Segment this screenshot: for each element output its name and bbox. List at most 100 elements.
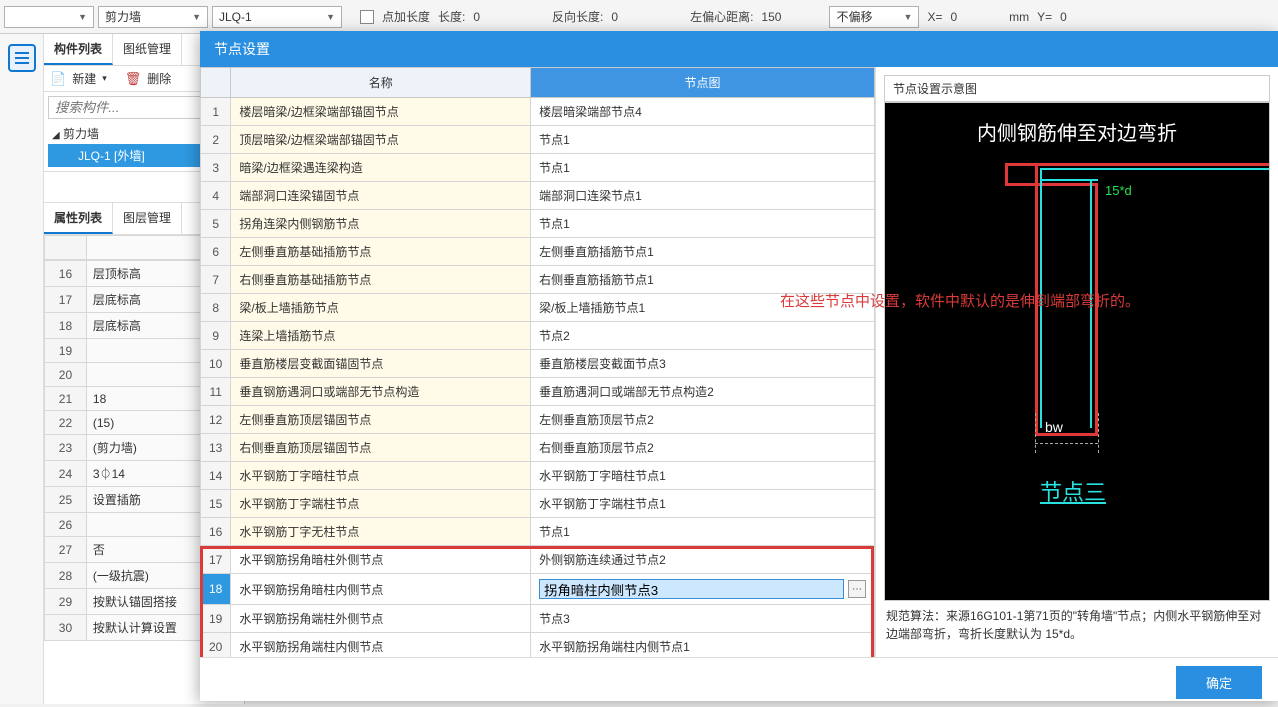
node-name-cell[interactable]: 左侧垂直筋基础插筋节点: [231, 238, 531, 266]
grid-row-num: 16: [201, 518, 231, 546]
node-value-cell[interactable]: 节点3: [531, 605, 875, 633]
lengthen-checkbox[interactable]: [360, 10, 374, 24]
grid-row-num: 15: [201, 490, 231, 518]
prop-row-num: 18: [45, 313, 87, 339]
node-name-cell[interactable]: 端部洞口连梁锚固节点: [231, 182, 531, 210]
diagram-caption: 规范算法：来源16G101-1第71页的"转角墙"节点；内侧水平钢筋伸至对边端部…: [884, 601, 1270, 649]
prop-row-num: 26: [45, 513, 87, 537]
ok-button[interactable]: 确定: [1176, 666, 1262, 699]
grid-row-num: 3: [201, 154, 231, 182]
node-grid[interactable]: 名称 节点图 1楼层暗梁/边框梁端部锚固节点楼层暗梁端部节点42顶层暗梁/边框梁…: [200, 67, 875, 657]
node-value-cell[interactable]: 右侧垂直筋顶层节点2: [531, 434, 875, 462]
node-name-cell[interactable]: 左侧垂直筋顶层锚固节点: [231, 406, 531, 434]
node-value-cell[interactable]: 左侧垂直筋顶层节点2: [531, 406, 875, 434]
y-value: 0: [1060, 10, 1067, 24]
grid-row-num: 9: [201, 322, 231, 350]
tab-drawings[interactable]: 图纸管理: [113, 34, 182, 65]
node-value-cell[interactable]: 节点2: [531, 322, 875, 350]
delete-button[interactable]: 删除: [147, 70, 171, 87]
chevron-down-icon: ▼: [904, 12, 913, 22]
node-value-cell[interactable]: 楼层暗梁端部节点4: [531, 98, 875, 126]
chevron-down-icon[interactable]: ▾: [102, 73, 107, 84]
grid-row-num: 1: [201, 98, 231, 126]
prop-row-num: 30: [45, 615, 87, 641]
node-value-cell[interactable]: ⋯: [531, 574, 875, 605]
prop-row-num: 22: [45, 411, 87, 435]
node-name-cell[interactable]: 拐角连梁内侧钢筋节点: [231, 210, 531, 238]
grid-row-num: 2: [201, 126, 231, 154]
node-name-cell[interactable]: 水平钢筋丁字无柱节点: [231, 518, 531, 546]
diagram-heading: 内侧钢筋伸至对边弯折: [977, 117, 1177, 146]
node-name-cell[interactable]: 水平钢筋丁字端柱节点: [231, 490, 531, 518]
node3-label: 节点三: [1040, 475, 1106, 507]
collapse-icon: ◢: [52, 130, 60, 141]
node-value-cell[interactable]: 节点1: [531, 126, 875, 154]
lengthen-label: 点加长度: [382, 8, 430, 25]
prop-row-num: 19: [45, 339, 87, 363]
grid-row-num: 19: [201, 605, 231, 633]
node-grid-area: 名称 节点图 1楼层暗梁/边框梁端部锚固节点楼层暗梁端部节点42顶层暗梁/边框梁…: [200, 67, 876, 657]
node-value-cell[interactable]: 右侧垂直筋插筋节点1: [531, 266, 875, 294]
node-value-cell[interactable]: 水平钢筋丁字暗柱节点1: [531, 462, 875, 490]
node-value-cell[interactable]: 端部洞口连梁节点1: [531, 182, 875, 210]
panel-toggle-icon[interactable]: [8, 44, 36, 72]
new-button[interactable]: 新建: [72, 70, 96, 87]
length-label: 长度:: [438, 8, 465, 25]
grid-row-num: 5: [201, 210, 231, 238]
node-name-cell[interactable]: 右侧垂直筋基础插筋节点: [231, 266, 531, 294]
node-name-cell[interactable]: 水平钢筋拐角端柱外侧节点: [231, 605, 531, 633]
node-name-cell[interactable]: 水平钢筋拐角暗柱外侧节点: [231, 546, 531, 574]
ellipsis-button[interactable]: ⋯: [848, 580, 866, 598]
prop-row-num: 20: [45, 363, 87, 387]
tab-properties[interactable]: 属性列表: [44, 203, 113, 234]
prop-row-num: 21: [45, 387, 87, 411]
node-value-cell[interactable]: 节点1: [531, 154, 875, 182]
tab-layers[interactable]: 图层管理: [113, 203, 182, 234]
node-value-cell[interactable]: 外侧钢筋连续通过节点2: [531, 546, 875, 574]
dimension-15d: 15*d: [1105, 183, 1132, 198]
rev-length-label: 反向长度:: [552, 8, 603, 25]
node-value-input[interactable]: [539, 579, 844, 599]
node-value-cell[interactable]: 节点1: [531, 210, 875, 238]
diagram-title: 节点设置示意图: [884, 75, 1270, 102]
prop-row-num: 16: [45, 261, 87, 287]
node-value-cell[interactable]: 垂直筋遇洞口或端部无节点构造2: [531, 378, 875, 406]
prop-row-num: 27: [45, 537, 87, 563]
tab-components[interactable]: 构件列表: [44, 34, 113, 65]
chevron-down-icon: ▼: [78, 12, 87, 22]
grid-row-num: 11: [201, 378, 231, 406]
grid-row-num: 18: [201, 574, 231, 605]
node-name-cell[interactable]: 水平钢筋拐角暗柱内侧节点: [231, 574, 531, 605]
grid-row-num: 12: [201, 406, 231, 434]
rev-length-value: 0: [611, 10, 618, 24]
diagram-pane: 节点设置示意图 内侧钢筋伸至对边弯折 15*d: [876, 67, 1278, 657]
grid-row-num: 4: [201, 182, 231, 210]
node-settings-dialog: 节点设置 名称 节点图 1楼层暗梁/边框梁端部锚固节点楼层暗梁端部节点42顶层暗…: [200, 31, 1278, 701]
bw-label: bw: [1045, 419, 1063, 435]
annotation-text: 在这些节点中设置，软件中默认的是伸到端部弯折的。: [780, 291, 1200, 313]
node-value-cell[interactable]: 水平钢筋拐角端柱内侧节点1: [531, 633, 875, 658]
dropdown-element[interactable]: JLQ-1▼: [212, 6, 342, 28]
node-value-cell[interactable]: 节点1: [531, 518, 875, 546]
node-name-cell[interactable]: 楼层暗梁/边框梁端部锚固节点: [231, 98, 531, 126]
node-value-cell[interactable]: 水平钢筋丁字端柱节点1: [531, 490, 875, 518]
node-name-cell[interactable]: 右侧垂直筋顶层锚固节点: [231, 434, 531, 462]
dropdown-blank[interactable]: ▼: [4, 6, 94, 28]
node-name-cell[interactable]: 垂直钢筋遇洞口或端部无节点构造: [231, 378, 531, 406]
node-name-cell[interactable]: 连梁上墙插筋节点: [231, 322, 531, 350]
node-name-cell[interactable]: 顶层暗梁/边框梁端部锚固节点: [231, 126, 531, 154]
node-value-cell[interactable]: 左侧垂直筋插筋节点1: [531, 238, 875, 266]
node-value-cell[interactable]: 垂直筋楼层变截面节点3: [531, 350, 875, 378]
dropdown-wall-type[interactable]: 剪力墙▼: [98, 6, 208, 28]
node-name-cell[interactable]: 水平钢筋丁字暗柱节点: [231, 462, 531, 490]
chevron-down-icon: ▼: [192, 12, 201, 22]
prop-row-num: 28: [45, 563, 87, 589]
prop-row-num: 25: [45, 487, 87, 513]
x-value: 0: [950, 10, 957, 24]
offset-dropdown[interactable]: 不偏移▼: [829, 6, 919, 28]
node-name-cell[interactable]: 水平钢筋拐角端柱内侧节点: [231, 633, 531, 658]
node-name-cell[interactable]: 梁/板上墙插筋节点: [231, 294, 531, 322]
node-diagram: 内侧钢筋伸至对边弯折 15*d bw 节点三: [884, 102, 1270, 601]
node-name-cell[interactable]: 垂直筋楼层变截面锚固节点: [231, 350, 531, 378]
node-name-cell[interactable]: 暗梁/边框梁遇连梁构造: [231, 154, 531, 182]
